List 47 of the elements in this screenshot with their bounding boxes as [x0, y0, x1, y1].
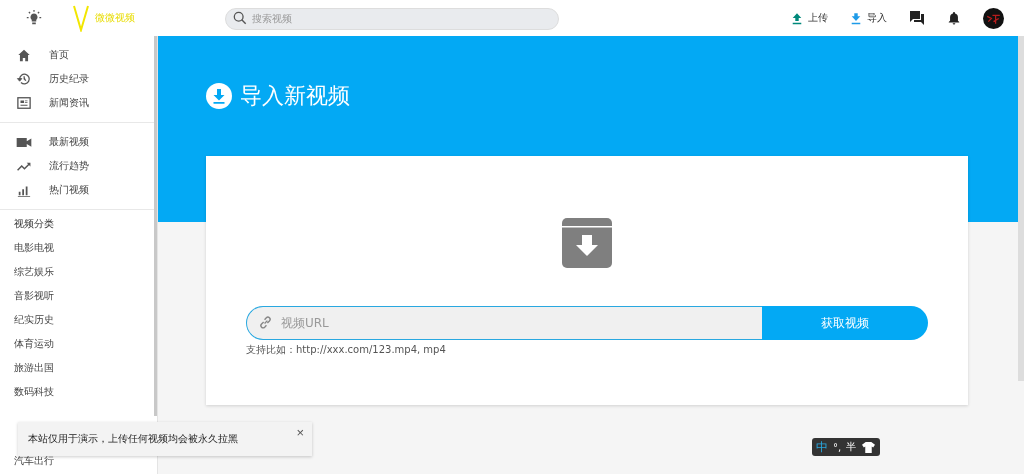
- newspaper-icon: [16, 96, 32, 110]
- avatar-icon[interactable]: [983, 7, 1004, 29]
- category-item[interactable]: 汽车出行: [0, 452, 157, 470]
- category-item[interactable]: 综艺娱乐: [0, 260, 157, 284]
- video-camera-icon: [16, 136, 32, 148]
- sidebar-item[interactable]: 流行趋势: [0, 154, 157, 178]
- scrollbar[interactable]: [154, 36, 157, 416]
- logo-icon: [73, 4, 89, 32]
- close-button[interactable]: ×: [288, 425, 312, 440]
- history-icon: [16, 72, 32, 86]
- trending-icon: [16, 160, 32, 172]
- logo-text: 微微视频: [95, 11, 135, 25]
- upload-button[interactable]: 上传: [791, 11, 828, 25]
- sidebar-item[interactable]: 热门视频: [0, 178, 157, 202]
- category-heading: 视频分类: [13, 217, 55, 231]
- category-item[interactable]: 纪实历史: [0, 308, 157, 332]
- link-icon: [258, 315, 273, 330]
- category-item[interactable]: 旅游出国: [0, 356, 157, 380]
- scrollbar[interactable]: [1018, 36, 1024, 381]
- category-item[interactable]: 体育运动: [0, 332, 157, 356]
- toast-message: 本站仅用于演示，上传任何视频均会被永久拉黑: [28, 432, 238, 446]
- sidebar-item[interactable]: 新闻资讯: [0, 91, 157, 115]
- category-item[interactable]: 数码科技: [0, 380, 157, 404]
- download-icon: [850, 11, 862, 25]
- archive-icon: [562, 218, 612, 268]
- bell-icon[interactable]: [947, 10, 961, 26]
- category-item[interactable]: 音影视听: [0, 284, 157, 308]
- shirt-icon: [861, 440, 877, 454]
- sidebar-item[interactable]: 最新视频: [0, 130, 157, 154]
- lightbulb-icon[interactable]: [25, 9, 43, 27]
- search-icon: [233, 11, 247, 25]
- ime-mode: 中: [816, 438, 828, 456]
- category-item[interactable]: 电影电视: [0, 236, 157, 260]
- url-field[interactable]: 视频URL: [246, 306, 762, 340]
- ime-punctuation: °,: [833, 441, 842, 453]
- import-button[interactable]: 导入: [850, 11, 887, 25]
- hint-text: 支持比如：http://xxx.com/123.mp4, mp4: [246, 343, 446, 357]
- page-title: 导入新视频: [240, 82, 350, 110]
- sidebar-item[interactable]: 历史纪录: [0, 67, 157, 91]
- upload-icon: [791, 11, 803, 25]
- search-field[interactable]: 搜索视频: [225, 7, 559, 30]
- home-icon: [16, 48, 32, 62]
- ime-indicator[interactable]: 中 °, 半: [812, 438, 881, 456]
- download-icon: [206, 83, 232, 109]
- ime-width: 半: [846, 440, 857, 454]
- sidebar-item[interactable]: 首页: [0, 43, 157, 67]
- chat-icon[interactable]: [909, 10, 925, 26]
